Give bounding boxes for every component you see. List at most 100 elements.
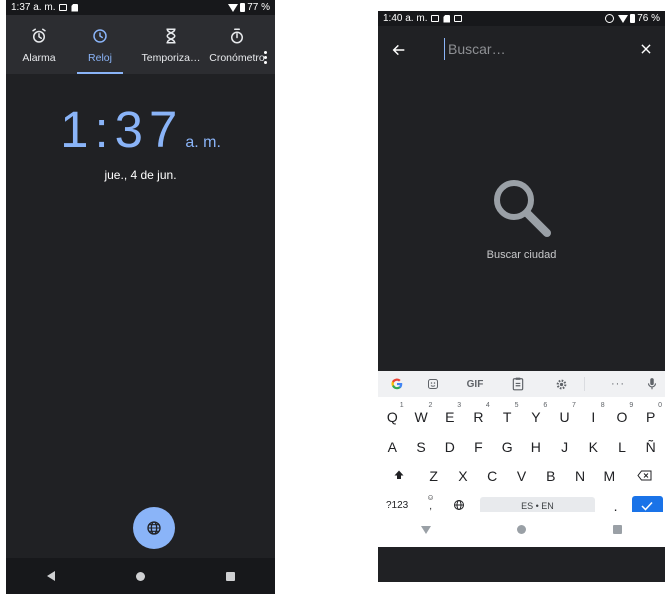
city-search-screen: 1:40 a. m. 76 % Buscar ciudad G I: [378, 11, 665, 582]
key-c[interactable]: C: [478, 462, 507, 490]
key-label: T: [502, 409, 512, 425]
key-n[interactable]: N: [565, 462, 594, 490]
wifi-icon: [618, 14, 629, 23]
mic-icon[interactable]: [638, 371, 665, 397]
toolbar-divider: [584, 377, 585, 391]
key-z[interactable]: Z: [419, 462, 448, 490]
home-nav-icon[interactable]: [517, 525, 527, 534]
empty-state-text: Buscar ciudad: [486, 249, 557, 261]
key-w[interactable]: W2: [407, 402, 436, 431]
sticker-icon[interactable]: [418, 371, 448, 397]
hourglass-icon: [166, 28, 176, 44]
key-o[interactable]: O9: [608, 402, 637, 431]
clock-app-screen: 1:37 a. m. 77 % Alarma Reloj Temporiza… …: [6, 0, 275, 594]
gif-button[interactable]: GIF: [460, 371, 490, 397]
battery-icon: [240, 3, 246, 12]
more-options-icon[interactable]: [264, 51, 267, 66]
hide-keyboard-icon[interactable]: [421, 525, 432, 534]
key-hint: 4: [485, 402, 490, 409]
key-g[interactable]: G: [493, 433, 522, 461]
key-u[interactable]: U7: [550, 402, 579, 431]
sd-card-icon: [71, 3, 79, 12]
key-hint: 5: [514, 402, 519, 409]
tab-stopwatch-label: Cronómetro: [209, 52, 265, 64]
back-nav-icon[interactable]: [46, 571, 55, 581]
key-ñ[interactable]: Ñ: [636, 433, 665, 461]
key-hint: 9: [629, 402, 634, 409]
tab-alarm-label: Alarma: [22, 52, 56, 64]
key-label: R: [473, 409, 484, 425]
key-x[interactable]: X: [448, 462, 477, 490]
city-search-input[interactable]: [444, 38, 628, 60]
more-icon[interactable]: ···: [603, 371, 633, 397]
key-v[interactable]: V: [507, 462, 536, 490]
key-f[interactable]: F: [464, 433, 493, 461]
keyboard-row-2: ASDFGHJKLÑ: [378, 433, 665, 461]
recents-nav-icon[interactable]: [612, 525, 622, 534]
key-h[interactable]: H: [522, 433, 551, 461]
clock-icon: [93, 29, 107, 43]
shift-key[interactable]: [378, 462, 419, 490]
image-notification-icon: [59, 4, 68, 11]
settings-icon[interactable]: [546, 371, 576, 397]
add-city-button[interactable]: [133, 507, 175, 549]
google-icon[interactable]: [382, 371, 412, 397]
clock-ampm: a. m.: [185, 134, 221, 151]
tab-timer[interactable]: Temporiza…: [138, 15, 204, 74]
search-toolbar: [378, 26, 665, 76]
tab-clock[interactable]: Reloj: [67, 15, 133, 74]
status-time: 1:37 a. m.: [11, 2, 56, 13]
tab-stopwatch[interactable]: Cronómetro: [204, 15, 270, 74]
clock-time: 1:37: [60, 101, 184, 158]
recents-nav-icon[interactable]: [225, 571, 235, 581]
status-bar: 1:37 a. m. 77 %: [6, 0, 275, 15]
search-icon: [494, 180, 551, 237]
digital-clock: 1:37 a. m.: [6, 100, 275, 159]
key-e[interactable]: E3: [435, 402, 464, 431]
checkmark-icon: [641, 501, 654, 511]
system-nav-bar: [6, 558, 275, 594]
key-q[interactable]: Q1: [378, 402, 407, 431]
keyboard-row-3: ZXCVBNM: [378, 462, 665, 490]
key-k[interactable]: K: [579, 433, 608, 461]
key-hint: 2: [428, 402, 433, 409]
tab-alarm[interactable]: Alarma: [6, 15, 72, 74]
key-t[interactable]: T5: [493, 402, 522, 431]
back-arrow-icon[interactable]: [391, 42, 407, 58]
key-y[interactable]: Y6: [522, 402, 551, 431]
tab-bar: Alarma Reloj Temporiza… Cronómetro: [6, 15, 275, 74]
key-s[interactable]: S: [407, 433, 436, 461]
key-i[interactable]: I8: [579, 402, 608, 431]
message-notification-icon: [454, 15, 463, 22]
status-time: 1:40 a. m.: [383, 13, 428, 24]
key-label: P: [646, 409, 656, 425]
tab-timer-label: Temporiza…: [141, 52, 201, 64]
battery-level: 77 %: [247, 2, 270, 13]
key-hint: 1: [399, 402, 404, 409]
key-m[interactable]: M: [595, 462, 624, 490]
status-bar: 1:40 a. m. 76 %: [378, 11, 665, 26]
close-icon[interactable]: [639, 42, 653, 56]
key-r[interactable]: R4: [464, 402, 493, 431]
home-nav-icon[interactable]: [135, 571, 145, 581]
stopwatch-icon: [231, 28, 243, 44]
battery-icon: [630, 14, 636, 23]
key-l[interactable]: L: [608, 433, 637, 461]
on-screen-keyboard: GIF ··· Q1W2E3R4T5Y6U7I8O9P0 ASDFGHJKLÑ …: [378, 371, 665, 547]
key-j[interactable]: J: [550, 433, 579, 461]
key-p[interactable]: P0: [636, 402, 665, 431]
key-a[interactable]: A: [378, 433, 407, 461]
key-d[interactable]: D: [435, 433, 464, 461]
key-label: I: [591, 409, 596, 425]
clipboard-icon[interactable]: [503, 371, 533, 397]
key-label: U: [559, 409, 570, 425]
key-label: W: [414, 409, 428, 425]
backspace-key[interactable]: [624, 462, 665, 490]
image-notification-icon: [431, 15, 440, 22]
wifi-icon: [228, 3, 239, 12]
key-label: E: [445, 409, 455, 425]
alarm-status-icon: [605, 14, 615, 23]
key-hint: 7: [572, 402, 576, 409]
globe-icon: [147, 521, 161, 535]
key-b[interactable]: B: [536, 462, 565, 490]
